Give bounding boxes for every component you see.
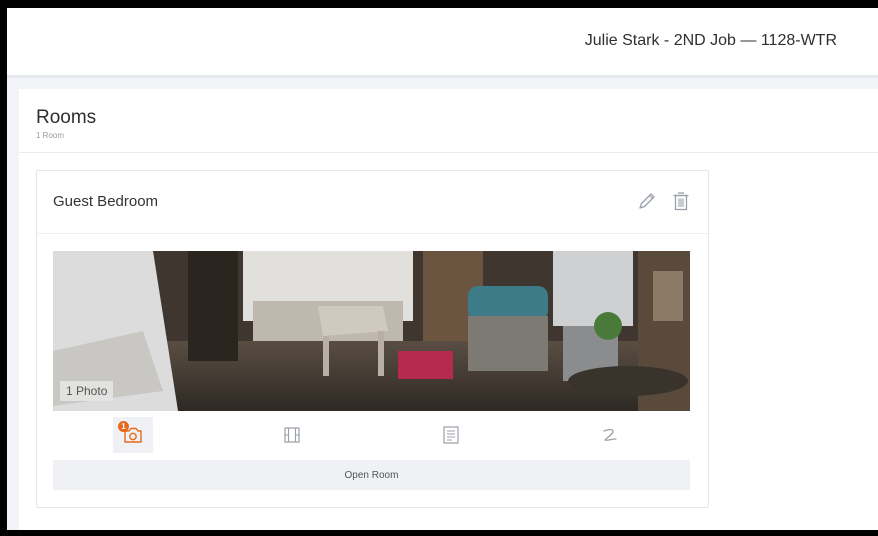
pencil-icon[interactable] bbox=[637, 191, 657, 211]
sketch-icon bbox=[603, 428, 617, 441]
room-card-header: Guest Bedroom bbox=[37, 171, 708, 234]
videos-tab[interactable] bbox=[272, 417, 312, 453]
rooms-panel: Rooms 1 Room Guest Bedroom 1 Photo 1 Ope… bbox=[19, 89, 878, 530]
note-icon bbox=[443, 426, 459, 444]
photos-tab[interactable]: 1 bbox=[113, 417, 153, 453]
notes-tab[interactable] bbox=[431, 417, 471, 453]
open-room-button[interactable]: Open Room bbox=[53, 460, 690, 490]
job-title: Julie Stark - 2ND Job — 1128-WTR bbox=[584, 32, 837, 49]
film-icon bbox=[284, 427, 300, 443]
photo-count-badge: 1 Photo bbox=[60, 381, 114, 401]
app-window: Julie Stark - 2ND Job — 1128-WTR Rooms 1… bbox=[7, 8, 878, 530]
rooms-title: Rooms bbox=[36, 107, 97, 128]
sketch-tab[interactable] bbox=[590, 417, 630, 453]
trash-icon[interactable] bbox=[671, 190, 691, 212]
room-card: Guest Bedroom 1 Photo 1 Open Room bbox=[36, 170, 709, 508]
room-photo-image bbox=[53, 251, 690, 411]
room-photo[interactable]: 1 Photo bbox=[53, 251, 690, 411]
photo-notification-badge: 1 bbox=[118, 421, 129, 432]
media-tabs: 1 bbox=[53, 417, 690, 453]
rooms-count: 1 Room bbox=[36, 131, 65, 140]
top-bar: Julie Stark - 2ND Job — 1128-WTR bbox=[7, 8, 878, 78]
room-name: Guest Bedroom bbox=[53, 193, 159, 210]
rooms-header: Rooms 1 Room bbox=[19, 89, 878, 153]
